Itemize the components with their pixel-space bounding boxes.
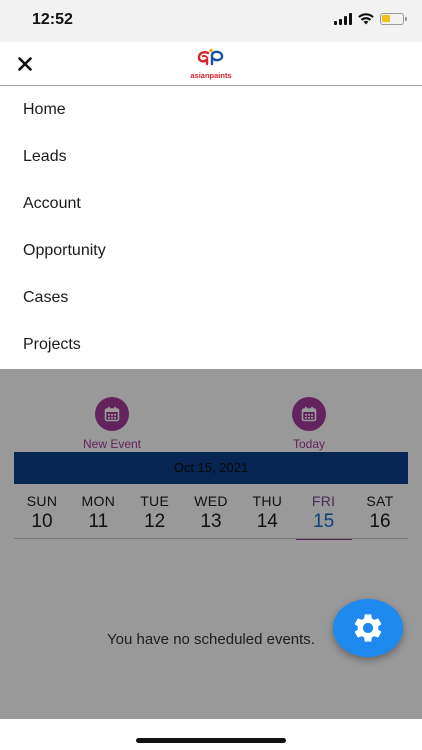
menu-item-projects[interactable]: Projects [0, 321, 422, 368]
menu-backdrop-overlay[interactable] [0, 369, 422, 719]
logo-text: asianpaints [190, 71, 232, 80]
home-indicator[interactable] [136, 738, 286, 743]
cellular-signal-icon [334, 13, 352, 25]
app-header: asianpaints [0, 42, 422, 86]
menu-item-leads[interactable]: Leads [0, 133, 422, 180]
gear-icon [354, 614, 382, 642]
status-time: 12:52 [32, 11, 73, 28]
close-icon [18, 57, 32, 71]
menu-item-account[interactable]: Account [0, 180, 422, 227]
settings-fab-button[interactable] [333, 599, 403, 657]
asianpaints-logo: asianpaints [186, 48, 236, 80]
side-menu: Home Leads Account Opportunity Cases Pro… [0, 86, 422, 369]
logo-mark-icon [197, 48, 224, 66]
status-bar: 12:52 [0, 0, 422, 42]
menu-item-home[interactable]: Home [0, 86, 422, 133]
menu-item-opportunity[interactable]: Opportunity [0, 227, 422, 274]
status-icons [334, 13, 407, 25]
battery-icon [380, 13, 407, 25]
wifi-icon [358, 13, 374, 25]
menu-item-cases[interactable]: Cases [0, 274, 422, 321]
close-button[interactable] [14, 53, 36, 75]
bottom-safe-area [0, 719, 422, 750]
